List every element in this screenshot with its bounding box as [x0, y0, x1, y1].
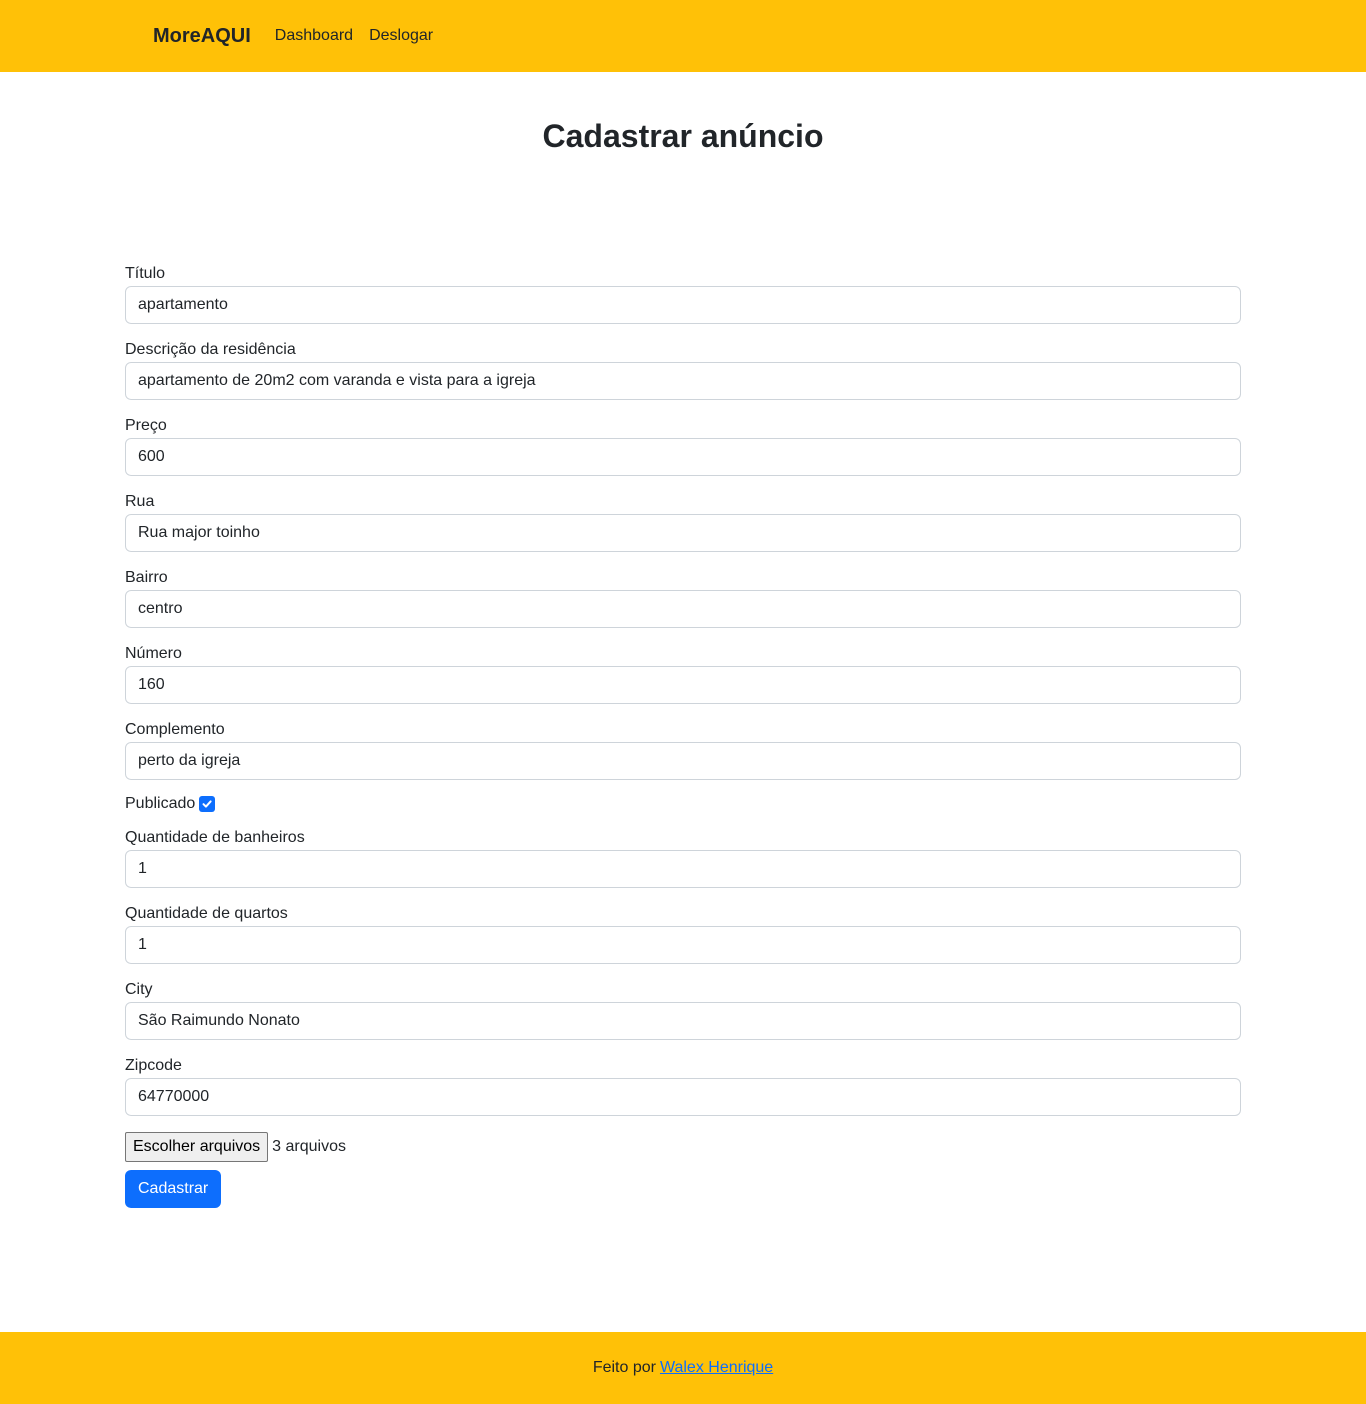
publicado-row: Publicado	[125, 792, 1241, 816]
field-banheiros: Quantidade de banheiros	[125, 828, 1241, 888]
footer: Feito por Walex Henrique	[0, 1332, 1366, 1404]
complemento-label: Complemento	[125, 721, 225, 738]
rua-label: Rua	[125, 493, 155, 510]
field-titulo: Título	[125, 264, 1241, 324]
listing-form: Título Descrição da residência Preço Rua…	[125, 264, 1241, 1208]
titulo-label: Título	[125, 265, 166, 282]
file-status: 3 arquivos	[272, 1138, 346, 1155]
check-icon	[202, 800, 212, 808]
footer-author-link[interactable]: Walex Henrique	[660, 1359, 773, 1377]
brand-logo[interactable]: MoreAQUI	[153, 25, 251, 48]
field-complemento: Complemento	[125, 720, 1241, 780]
preco-input[interactable]	[125, 438, 1241, 476]
banheiros-input[interactable]	[125, 850, 1241, 888]
descricao-input[interactable]	[125, 362, 1241, 400]
quartos-label: Quantidade de quartos	[125, 905, 288, 922]
bairro-label: Bairro	[125, 569, 168, 586]
preco-label: Preço	[125, 417, 167, 434]
banheiros-label: Quantidade de banheiros	[125, 829, 305, 846]
titulo-input[interactable]	[125, 286, 1241, 324]
submit-button[interactable]: Cadastrar	[125, 1170, 222, 1208]
zipcode-input[interactable]	[125, 1078, 1241, 1116]
publicado-checkbox[interactable]	[199, 796, 216, 812]
city-label: City	[125, 981, 153, 998]
nav-link-logout[interactable]: Deslogar	[369, 27, 433, 45]
numero-label: Número	[125, 645, 182, 662]
choose-files-button[interactable]: Escolher arquivos	[125, 1132, 269, 1162]
footer-text: Feito por	[592, 1359, 656, 1376]
complemento-input[interactable]	[125, 742, 1241, 780]
field-descricao: Descrição da residência	[125, 340, 1241, 400]
field-numero: Número	[125, 644, 1241, 704]
bairro-input[interactable]	[125, 590, 1241, 628]
rua-input[interactable]	[125, 514, 1241, 552]
zipcode-label: Zipcode	[125, 1057, 182, 1074]
file-upload-row: Escolher arquivos 3 arquivos	[125, 1132, 1241, 1162]
navbar: MoreAQUI Dashboard Deslogar	[0, 0, 1366, 72]
quartos-input[interactable]	[125, 926, 1241, 964]
city-input[interactable]	[125, 1002, 1241, 1040]
publicado-label: Publicado	[125, 795, 196, 812]
numero-input[interactable]	[125, 666, 1241, 704]
nav-link-dashboard[interactable]: Dashboard	[275, 27, 353, 45]
field-rua: Rua	[125, 492, 1241, 552]
descricao-label: Descrição da residência	[125, 341, 296, 358]
field-city: City	[125, 980, 1241, 1040]
field-preco: Preço	[125, 416, 1241, 476]
page-title: Cadastrar anúncio	[542, 118, 824, 154]
field-bairro: Bairro	[125, 568, 1241, 628]
field-quartos: Quantidade de quartos	[125, 904, 1241, 964]
field-zipcode: Zipcode	[125, 1056, 1241, 1116]
